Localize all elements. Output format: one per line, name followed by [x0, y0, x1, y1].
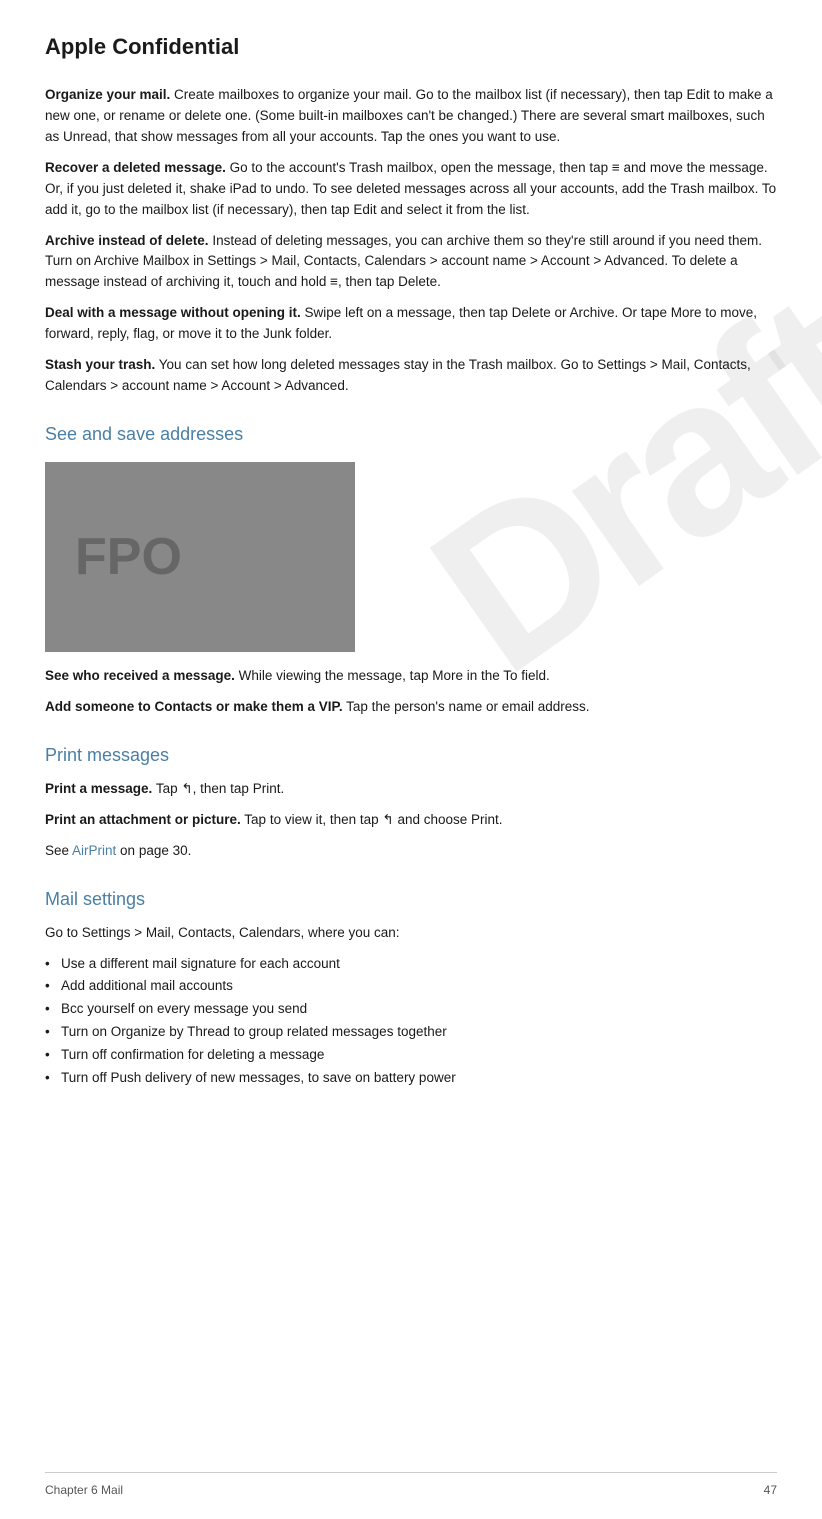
mail-settings-heading: Mail settings [45, 886, 777, 913]
recover-deleted-paragraph: Recover a deleted message. Go to the acc… [45, 158, 777, 221]
add-someone-paragraph: Add someone to Contacts or make them a V… [45, 697, 777, 718]
list-item: Turn off Push delivery of new messages, … [45, 1068, 777, 1089]
print-message-text: Tap ↰, then tap Print. [152, 781, 284, 796]
print-attachment-paragraph: Print an attachment or picture. Tap to v… [45, 810, 777, 831]
add-someone-bold: Add someone to Contacts or make them a V… [45, 699, 343, 714]
deal-with-message-bold: Deal with a message without opening it. [45, 305, 301, 320]
fpo-image-placeholder: FPO [45, 462, 355, 652]
organize-mail-paragraph: Organize your mail. Create mailboxes to … [45, 85, 777, 148]
page-footer: Chapter 6 Mail 47 [45, 1472, 777, 1499]
airprint-suffix: on page 30. [116, 843, 191, 858]
see-who-paragraph: See who received a message. While viewin… [45, 666, 777, 687]
list-item: Use a different mail signature for each … [45, 954, 777, 975]
mail-settings-intro: Go to Settings > Mail, Contacts, Calenda… [45, 923, 777, 944]
fpo-label: FPO [75, 518, 182, 596]
archive-instead-bold: Archive instead of delete. [45, 233, 209, 248]
mail-settings-list: Use a different mail signature for each … [45, 954, 777, 1090]
page-title: Apple Confidential [45, 30, 777, 63]
print-attachment-text: Tap to view it, then tap ↰ and choose Pr… [241, 812, 503, 827]
see-and-save-heading: See and save addresses [45, 421, 777, 448]
print-attachment-bold: Print an attachment or picture. [45, 812, 241, 827]
list-item: Add additional mail accounts [45, 976, 777, 997]
list-item: Bcc yourself on every message you send [45, 999, 777, 1020]
stash-trash-bold: Stash your trash. [45, 357, 155, 372]
recover-deleted-bold: Recover a deleted message. [45, 160, 226, 175]
see-airprint-prefix: See [45, 843, 72, 858]
organize-mail-bold: Organize your mail. [45, 87, 170, 102]
deal-with-message-paragraph: Deal with a message without opening it. … [45, 303, 777, 345]
see-who-text: While viewing the message, tap More in t… [235, 668, 550, 683]
print-message-paragraph: Print a message. Tap ↰, then tap Print. [45, 779, 777, 800]
add-someone-text: Tap the person's name or email address. [343, 699, 590, 714]
footer-page-number: 47 [764, 1481, 777, 1499]
airprint-link[interactable]: AirPrint [72, 843, 116, 858]
see-who-bold: See who received a message. [45, 668, 235, 683]
list-item: Turn on Organize by Thread to group rela… [45, 1022, 777, 1043]
footer-chapter: Chapter 6 Mail [45, 1481, 123, 1499]
print-messages-heading: Print messages [45, 742, 777, 769]
stash-trash-paragraph: Stash your trash. You can set how long d… [45, 355, 777, 397]
see-airprint-paragraph: See AirPrint on page 30. [45, 841, 777, 862]
archive-instead-paragraph: Archive instead of delete. Instead of de… [45, 231, 777, 294]
list-item: Turn off confirmation for deleting a mes… [45, 1045, 777, 1066]
print-message-bold: Print a message. [45, 781, 152, 796]
